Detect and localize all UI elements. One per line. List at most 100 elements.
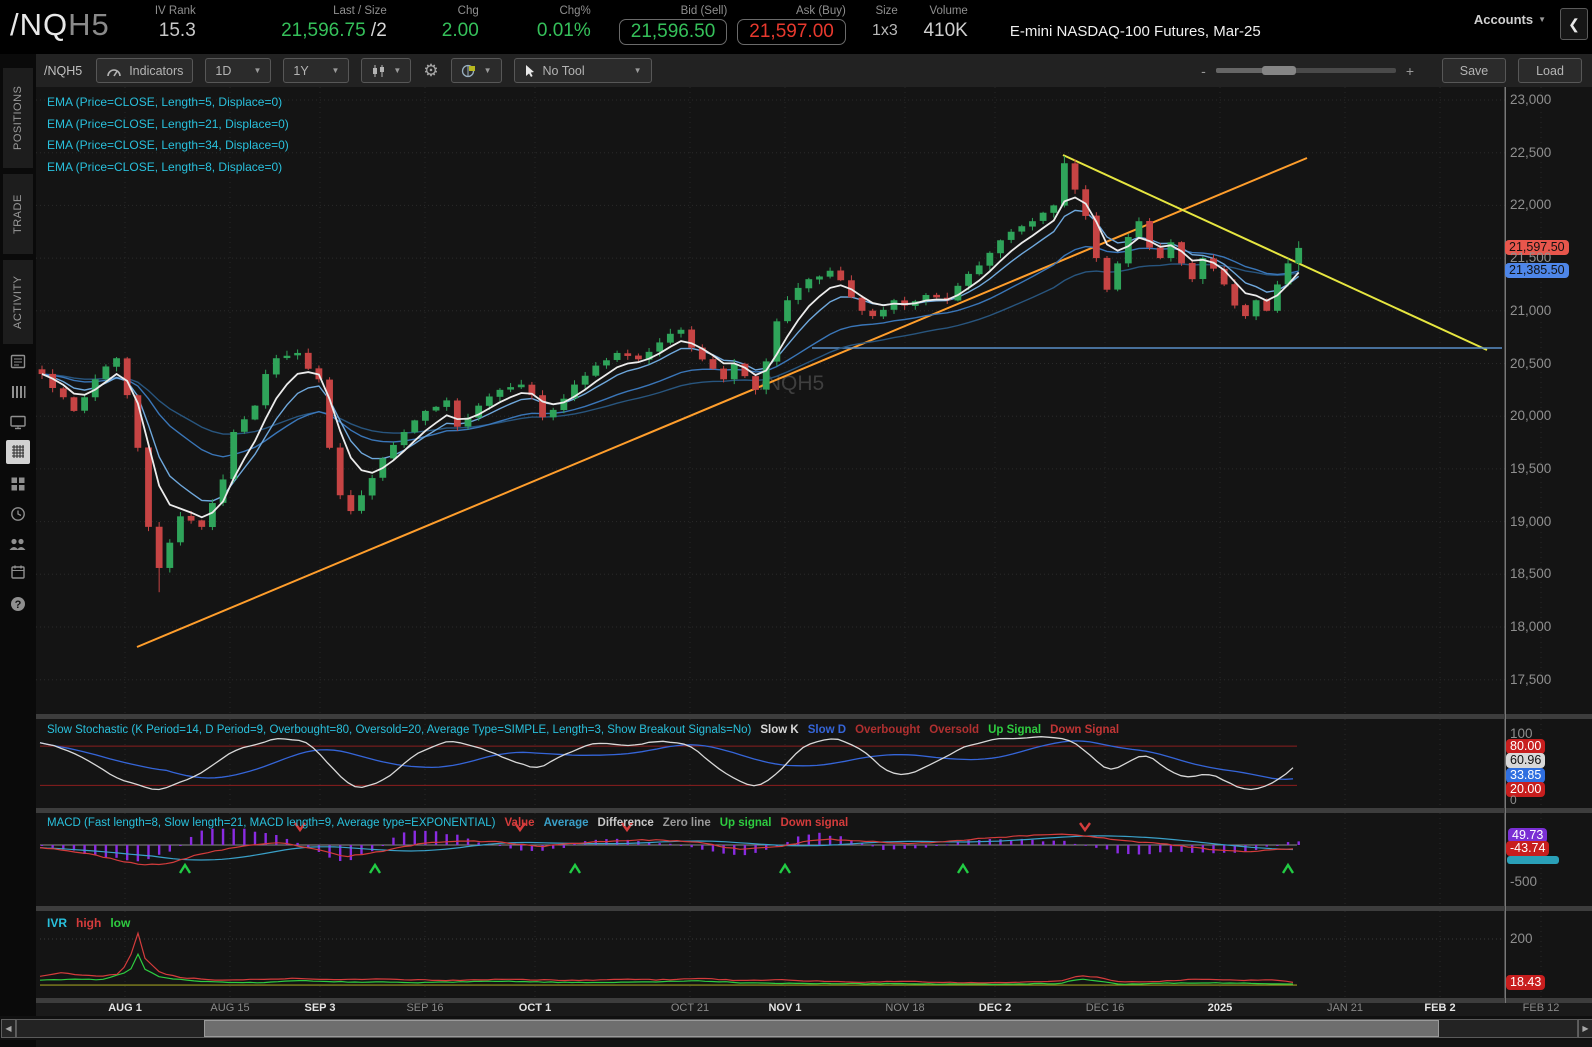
zoom-slider-thumb[interactable]: [1262, 66, 1296, 75]
time-axis-label: FEB 2: [1424, 1002, 1455, 1014]
left-sidebar: POSITIONS TRADE ACTIVITY ?: [0, 54, 36, 1047]
save-button[interactable]: Save: [1442, 58, 1506, 83]
legend-item: Down Signal: [1050, 724, 1119, 736]
ema-study-labels: EMA (Price=CLOSE, Length=5, Displace=0)E…: [47, 92, 289, 179]
chart-style-dropdown[interactable]: ▼: [361, 58, 411, 83]
price-candlestick-pane[interactable]: /NQH5: [36, 87, 1592, 714]
calendar-icon[interactable]: [6, 560, 30, 584]
time-axis-label: AUG 15: [210, 1002, 249, 1014]
time-axis-label: OCT 1: [519, 1002, 551, 1014]
time-axis-label: SEP 16: [406, 1002, 443, 1014]
stoch-axis-0: 0: [1510, 793, 1517, 807]
drawing-set-icon: [461, 64, 477, 78]
iv-rank-field: IV Rank 15.3: [124, 0, 196, 43]
scrollbar-track[interactable]: [16, 1019, 1578, 1038]
scrollbar-thumb[interactable]: [204, 1020, 1439, 1037]
sidebar-tab-activity[interactable]: ACTIVITY: [3, 260, 33, 344]
price-axis-tick: 17,500: [1510, 672, 1551, 687]
help-icon[interactable]: ?: [6, 592, 30, 616]
legend-item: Slow D: [808, 724, 846, 736]
active-tool-dropdown[interactable]: No Tool ▼: [514, 58, 652, 83]
time-axis-label: DEC 16: [1086, 1002, 1125, 1014]
indicators-button[interactable]: Indicators: [96, 58, 193, 83]
ivr-axis-200: 200: [1510, 931, 1533, 946]
chevron-down-icon: ▼: [331, 66, 339, 75]
volume-field: Volume 410K: [916, 0, 968, 43]
chart-grid-icon[interactable]: [6, 440, 30, 464]
sidebar-tab-trade[interactable]: TRADE: [3, 174, 33, 254]
symbol-title: /NQH5: [10, 0, 110, 50]
legend-item: Slow K: [760, 724, 798, 736]
price-axis-border: [1505, 87, 1506, 1003]
ledger-icon[interactable]: [6, 350, 30, 374]
zoom-in-button[interactable]: +: [1406, 63, 1414, 79]
bid-field: Bid (Sell) 21,596.50: [619, 0, 728, 45]
ema-study-label: EMA (Price=CLOSE, Length=21, Displace=0): [47, 114, 289, 136]
price-axis-tick: 21,000: [1510, 303, 1551, 318]
scroll-right-arrow[interactable]: ▶: [1578, 1019, 1592, 1038]
time-axis-label: NOV 18: [885, 1002, 924, 1014]
sidebar-tab-positions[interactable]: POSITIONS: [3, 68, 33, 168]
ivr-pane[interactable]: [36, 911, 1592, 998]
time-axis-label: 2025: [1208, 1002, 1232, 1014]
legend-item: Average: [544, 817, 589, 829]
price-axis-tick: 19,500: [1510, 461, 1551, 476]
timeframe-dropdown[interactable]: 1D▼: [205, 58, 271, 83]
column-list-icon[interactable]: [6, 380, 30, 404]
quote-header: /NQH5 IV Rank 15.3 Last / Size 21,596.75…: [0, 0, 1592, 54]
chevron-down-icon: ▼: [634, 66, 642, 75]
legend-item: Overbought: [855, 724, 920, 736]
ema-study-label: EMA (Price=CLOSE, Length=5, Displace=0): [47, 92, 289, 114]
macd-study-title: MACD (Fast length=8, Slow length=21, MAC…: [47, 817, 848, 829]
time-axis-label: NOV 1: [768, 1002, 801, 1014]
candlestick-icon: [371, 64, 386, 78]
chevron-down-icon: ▼: [1538, 15, 1546, 24]
stoch-k-badge: 60.96: [1506, 753, 1545, 768]
time-axis-label: AUG 1: [108, 1002, 142, 1014]
time-axis-label: OCT 21: [671, 1002, 709, 1014]
ivr-study-title: IVRhighlow: [47, 916, 130, 930]
chart-toolbar: /NQH5 Indicators 1D▼ 1Y▼ ▼ ⚙ ▼ No Tool ▼…: [36, 54, 1592, 88]
range-dropdown[interactable]: 1Y▼: [283, 58, 349, 83]
stoch-overbought-badge: 80.00: [1506, 739, 1545, 754]
scroll-left-arrow[interactable]: ◀: [1, 1019, 16, 1038]
contract-description: E-mini NASDAQ-100 Futures, Mar-25: [1010, 23, 1261, 40]
macd-value-badge: -43.74: [1506, 841, 1549, 856]
bid-button[interactable]: 21,596.50: [619, 19, 728, 45]
last-size-field: Last / Size 21,596.75 /2: [222, 0, 387, 43]
tiles-icon[interactable]: [6, 472, 30, 496]
ask-button[interactable]: 21,597.00: [737, 19, 846, 45]
price-axis-tick: 18,000: [1510, 619, 1551, 634]
price-axis-tick: 20,000: [1510, 408, 1551, 423]
time-axis-label: SEP 3: [305, 1002, 336, 1014]
trading-platform-window: /NQH5 IV Rank 15.3 Last / Size 21,596.75…: [0, 0, 1592, 1047]
chevron-left-icon: ❮: [1568, 16, 1580, 33]
people-icon[interactable]: [6, 532, 30, 556]
chart-symbol-label: /NQH5: [44, 64, 82, 78]
change-pct-field: Chg% 0.01%: [511, 0, 591, 43]
price-axis-tick: 22,000: [1510, 197, 1551, 212]
legend-item: Down signal: [781, 817, 849, 829]
legend-item: Up signal: [720, 817, 772, 829]
zoom-out-button[interactable]: -: [1201, 63, 1206, 79]
time-axis-label: DEC 2: [979, 1002, 1011, 1014]
price-axis-tick: 23,000: [1510, 92, 1551, 107]
gauge-icon: [106, 64, 122, 78]
accounts-menu[interactable]: Accounts▼: [1474, 12, 1546, 27]
price-axis-tick: 22,500: [1510, 145, 1551, 160]
collapse-panel-button[interactable]: ❮: [1560, 8, 1588, 40]
legend-item: high: [76, 916, 101, 930]
legend-item: Zero line: [663, 817, 711, 829]
price-axis-tick: 21,500: [1510, 250, 1551, 265]
load-button[interactable]: Load: [1518, 58, 1582, 83]
zoom-slider[interactable]: [1216, 68, 1396, 73]
monitor-icon[interactable]: [6, 410, 30, 434]
chart-settings-gear-icon[interactable]: ⚙: [423, 61, 438, 81]
drawing-tools-dropdown[interactable]: ▼: [451, 58, 502, 83]
legend-item: Difference: [598, 817, 654, 829]
ivr-value-badge: 18.43: [1506, 975, 1545, 990]
legend-item: low: [110, 916, 130, 930]
history-icon[interactable]: [6, 502, 30, 526]
price-axis-tick: 19,000: [1510, 514, 1551, 529]
chart-scrollbar[interactable]: ◀ ▶: [0, 1016, 1592, 1040]
